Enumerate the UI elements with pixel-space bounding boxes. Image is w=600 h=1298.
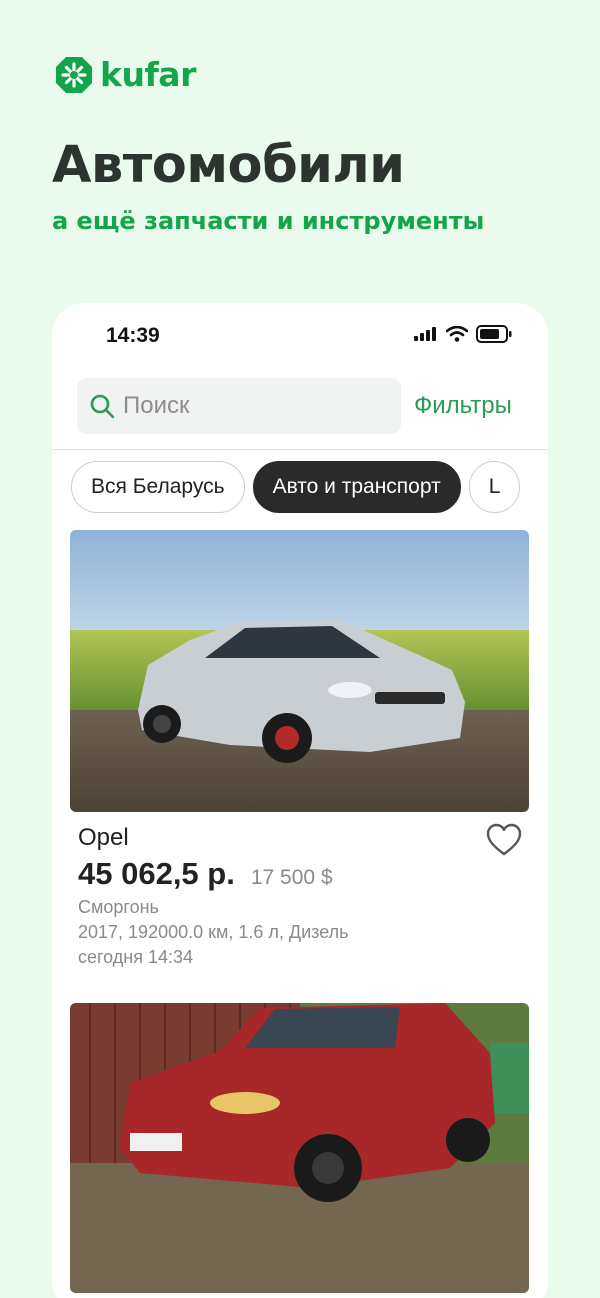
cellular-signal-icon — [414, 327, 436, 341]
battery-icon — [476, 325, 512, 343]
chip-more[interactable]: L — [468, 461, 521, 513]
status-time: 14:39 — [106, 324, 160, 347]
price-row: 45 062,5 р. 17 500 $ — [78, 856, 333, 892]
listing-title[interactable]: Opel — [78, 824, 129, 852]
filters-button[interactable]: Фильтры — [414, 392, 512, 420]
promo-subheadline: а ещё запчасти и инструменты — [52, 207, 485, 235]
price-usd: 17 500 $ — [250, 866, 333, 889]
search-bar[interactable] — [77, 378, 401, 434]
chip-region[interactable]: Вся Беларусь — [71, 461, 245, 513]
listing-date: сегодня 14:34 — [78, 947, 194, 967]
kufar-logo-icon — [56, 57, 92, 93]
search-input[interactable] — [123, 392, 383, 420]
divider — [52, 449, 548, 450]
brand-name: kufar — [100, 55, 196, 94]
search-icon — [90, 394, 115, 419]
listing-params: 2017, 192000.0 км, 1.6 л, Дизель — [78, 922, 349, 942]
wifi-icon — [446, 326, 468, 342]
filter-chips: Вся Беларусь Авто и транспорт L — [71, 461, 521, 513]
phone-screen: 14:39 Фильтры Вся Беларусь Авто и трансп… — [52, 303, 548, 1298]
listing-city: Сморгонь — [78, 897, 159, 917]
chip-category[interactable]: Авто и транспорт — [252, 461, 461, 513]
kufar-logo: kufar — [54, 55, 196, 95]
listing-photo[interactable] — [70, 530, 529, 812]
price: 45 062,5 р. — [78, 856, 235, 891]
listing-photo-2[interactable] — [70, 1003, 529, 1293]
promo-headline: Автомобили — [52, 136, 405, 195]
status-icons — [414, 325, 512, 343]
heart-icon[interactable] — [486, 823, 522, 857]
